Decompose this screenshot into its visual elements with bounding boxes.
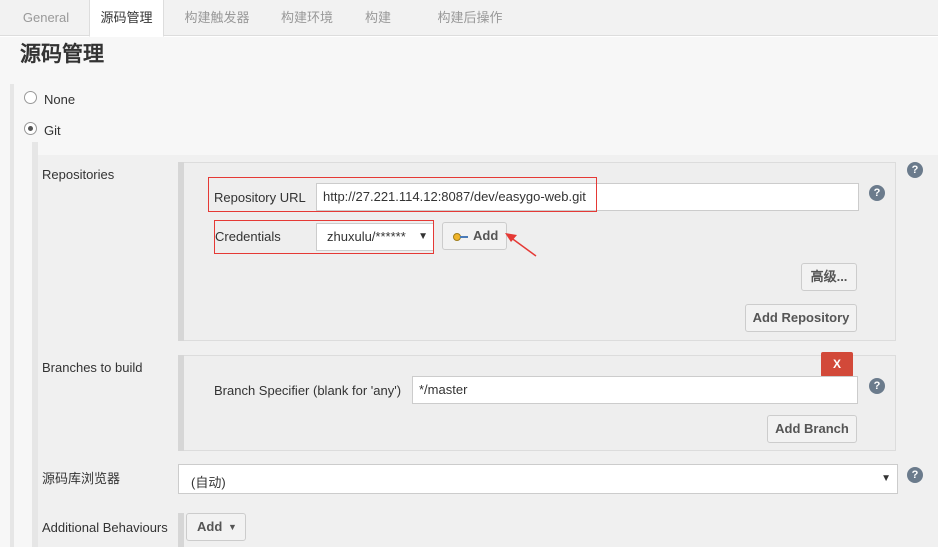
branch-specifier-input[interactable]: */master <box>412 376 858 404</box>
add-repository-button[interactable]: Add Repository <box>745 304 857 332</box>
annotation-box-credentials <box>214 220 434 254</box>
chevron-down-icon: ▼ <box>881 473 891 484</box>
advanced-button[interactable]: 高级... <box>801 263 857 291</box>
branch-specifier-label: Branch Specifier (blank for 'any') <box>214 383 402 398</box>
repository-browser-label: 源码库浏览器 <box>42 471 121 486</box>
repositories-label: Repositories <box>42 167 115 182</box>
tab-source-control[interactable]: 源码管理 <box>89 0 164 37</box>
repository-panel-bar <box>178 162 184 341</box>
delete-branch-button[interactable]: X <box>821 352 853 377</box>
behaviours-bar <box>178 513 184 547</box>
scm-none-radio[interactable] <box>24 91 37 104</box>
scm-none-label[interactable]: None <box>44 92 75 108</box>
scm-git-label[interactable]: Git <box>44 123 61 139</box>
key-icon <box>453 233 468 241</box>
annotation-arrow-icon <box>505 233 537 257</box>
repository-browser-value: (自动) <box>191 475 226 490</box>
caret-down-icon: ▼ <box>228 522 237 532</box>
branch-panel-bar <box>178 355 184 451</box>
help-icon-browser[interactable]: ? <box>907 467 923 483</box>
additional-behaviours-label: Additional Behaviours <box>42 520 168 535</box>
help-icon-repositories[interactable]: ? <box>907 162 923 178</box>
tab-build-environment[interactable]: 构建环境 <box>268 0 346 36</box>
help-icon-branch[interactable]: ? <box>869 378 885 394</box>
add-behaviour-label: Add <box>197 519 223 534</box>
scm-git-radio[interactable] <box>24 122 37 135</box>
tab-post-build[interactable]: 构建后操作 <box>410 0 530 36</box>
section-rule <box>10 84 14 547</box>
add-credentials-label: Add <box>473 228 499 243</box>
help-icon-url[interactable]: ? <box>869 185 885 201</box>
tab-build[interactable]: 构建 <box>352 0 404 36</box>
add-branch-button[interactable]: Add Branch <box>767 415 857 443</box>
annotation-box-url <box>208 177 597 212</box>
tab-general[interactable]: General <box>8 0 84 36</box>
add-behaviour-button[interactable]: Add ▼ <box>186 513 246 541</box>
branches-label: Branches to build <box>42 360 143 375</box>
tab-build-triggers[interactable]: 构建触发器 <box>170 0 264 36</box>
add-credentials-button[interactable]: Add <box>442 222 507 250</box>
page-title: 源码管理 <box>20 43 104 66</box>
repository-browser-select[interactable]: (自动) ▼ <box>178 464 898 494</box>
